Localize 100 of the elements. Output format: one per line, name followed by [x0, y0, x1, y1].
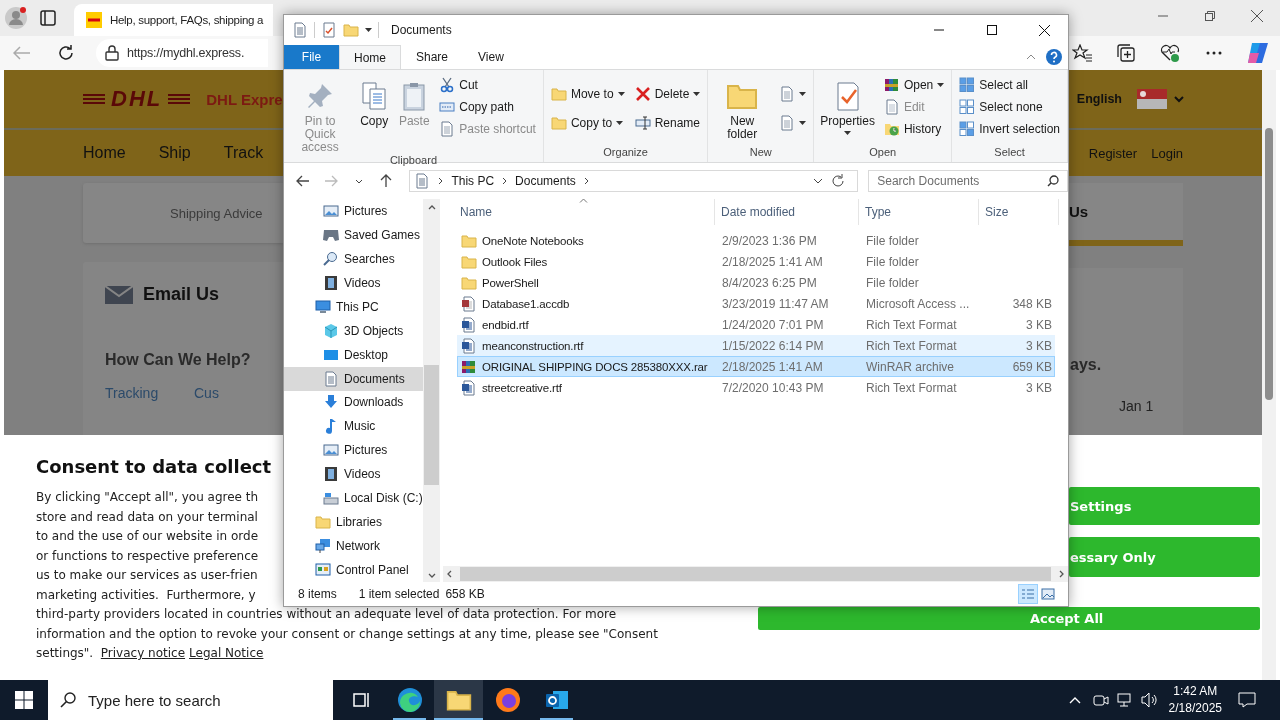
nav-item[interactable]: Local Disk (C:) [284, 486, 423, 511]
taskbar-app[interactable] [434, 680, 483, 720]
consent-link[interactable]: Legal Notice [189, 646, 264, 660]
collections-icon[interactable] [1117, 44, 1135, 62]
nav-item[interactable]: Desktop [284, 342, 423, 367]
assistant-icon[interactable] [1246, 41, 1270, 65]
file-row[interactable]: ORIGINAL SHIPPING DOCS 285380XXX.rar 2/18/2025 1:41 AM WinRAR archive 659 KB [457, 356, 1055, 377]
ribbon-tab[interactable]: View [463, 45, 519, 69]
film-icon [323, 466, 339, 483]
ribbon-button[interactable]: Rename [631, 111, 704, 134]
search-field[interactable]: Search Documents [868, 170, 1068, 192]
flag-icon[interactable] [1137, 89, 1167, 109]
file-row[interactable]: Outlook Files 2/18/2025 1:41 AM File folder [457, 251, 1055, 272]
ribbon-button[interactable]: Properties [818, 74, 877, 135]
ribbon-button[interactable]: Delete [631, 82, 704, 105]
column-header[interactable]: Type [859, 199, 979, 225]
caret-icon [799, 91, 807, 96]
nav-item[interactable]: Searches [284, 246, 423, 271]
file-name: OneNote Notebooks [458, 232, 716, 249]
nav-item[interactable]: Videos [284, 462, 423, 487]
chevron-down-icon[interactable] [813, 178, 824, 184]
file-row[interactable]: streetcreative.rtf 7/2/2020 10:43 PM Rich Text Format 3 KB [457, 377, 1055, 398]
ribbon-button[interactable]: Invert selection [956, 118, 1063, 140]
file-name: meanconstruction.rtf [458, 337, 716, 354]
file-row[interactable]: endbid.rtf 1/24/2020 7:01 PM Rich Text Format 3 KB [457, 314, 1055, 335]
address-field[interactable]: This PC Documents [409, 170, 859, 192]
ribbon-button[interactable]: Copy [356, 74, 393, 128]
back-icon[interactable] [295, 175, 310, 187]
breadcrumb[interactable]: This PC [451, 174, 495, 188]
reload-icon[interactable] [57, 44, 75, 62]
task-view-icon [350, 690, 371, 710]
nav-item[interactable]: Pictures [284, 438, 423, 463]
volume-icon[interactable] [1140, 692, 1159, 708]
nav-item[interactable]: Network [284, 534, 423, 559]
up-icon[interactable] [380, 174, 393, 188]
ribbon-tab[interactable]: Home [339, 45, 401, 69]
ribbon-button[interactable]: Open [880, 74, 948, 96]
health-icon[interactable] [1160, 44, 1180, 62]
camera-icon[interactable] [1092, 692, 1109, 708]
column-header[interactable]: Name [457, 199, 715, 225]
restore-icon [1204, 11, 1215, 21]
consent-link[interactable]: Privacy notice [100, 646, 186, 660]
scroll-down-icon [427, 573, 436, 578]
column-header[interactable]: Date modified [715, 199, 859, 225]
ribbon-button[interactable]: History [880, 118, 948, 140]
taskbar-search-field[interactable]: Type here to search [48, 680, 333, 720]
refresh-icon[interactable] [831, 174, 846, 188]
nav-item[interactable]: Music [284, 414, 423, 439]
ribbon-tab[interactable]: Share [401, 45, 464, 69]
envelope-icon [105, 285, 133, 304]
chevron-right-icon [583, 177, 589, 185]
search-icon [1047, 175, 1059, 187]
help-icon[interactable] [1046, 49, 1062, 65]
notification-icon[interactable] [1238, 692, 1256, 708]
nav-item[interactable]: Downloads [284, 390, 423, 415]
profile-icon[interactable] [4, 6, 28, 30]
nav-item[interactable]: Control Panel [284, 558, 423, 582]
clock[interactable]: 1:42 AM 2/18/2025 [1168, 683, 1222, 717]
file-row[interactable]: meanconstruction.rtf 1/15/2022 6:14 PM Rich Text Format 3 KB [457, 335, 1055, 356]
chevron-down-icon[interactable] [354, 178, 363, 184]
caret-icon [617, 91, 625, 96]
ribbon-button[interactable]: Select all [956, 74, 1063, 96]
nav-item[interactable]: Documents [284, 366, 423, 391]
column-header[interactable]: Size [979, 199, 1059, 225]
file-name: streetcreative.rtf [458, 379, 716, 396]
page-scrollbar[interactable] [1262, 70, 1276, 680]
contact-tab[interactable]: Us [1069, 183, 1183, 246]
file-name: PowerShell [458, 274, 716, 291]
breadcrumb[interactable]: Documents [515, 174, 576, 188]
file-row[interactable]: OneNote Notebooks 2/9/2023 1:36 PM File folder [457, 230, 1055, 251]
ribbon-button[interactable]: Copy path [436, 96, 539, 118]
ribbon-button[interactable]: Move to [547, 82, 628, 105]
ribbon-button[interactable]: Copy to [547, 111, 628, 134]
ribbon-button[interactable]: Select none [956, 96, 1063, 118]
document-icon [461, 316, 477, 333]
address-field[interactable]: https://mydhl.express. [96, 39, 268, 67]
browser-tab[interactable]: Help, support, FAQs, shipping a [74, 4, 273, 36]
nav-item[interactable]: Saved Games [284, 222, 423, 247]
scrollbar[interactable] [423, 199, 440, 582]
file-row[interactable]: Database1.accdb 3/23/2019 11:47 AM Microsoft Access ... 348 KB [457, 293, 1055, 314]
nav-item[interactable]: Videos [284, 270, 423, 295]
favorites-icon[interactable] [1072, 44, 1092, 62]
chevron-right-icon [502, 177, 508, 185]
nav-item[interactable]: Pictures [284, 199, 423, 223]
film-icon [323, 274, 339, 291]
nav-item[interactable]: This PC [284, 294, 423, 319]
file-row[interactable]: PowerShell 8/4/2023 6:25 PM File folder [457, 272, 1055, 293]
nav-item[interactable]: 3D Objects [284, 318, 423, 343]
tab-actions-icon[interactable] [40, 10, 56, 26]
ribbon-button[interactable]: Cut [436, 74, 539, 96]
folder-icon [461, 253, 477, 270]
horizontal-scrollbar[interactable] [443, 566, 1068, 582]
ribbon-button[interactable]: New folder [712, 74, 773, 141]
checklist-icon[interactable] [321, 22, 337, 38]
document-icon [323, 370, 339, 387]
file-name: ORIGINAL SHIPPING DOCS 285380XXX.rar [458, 358, 716, 375]
ribbon-tab[interactable]: File [284, 45, 339, 69]
move-folder-icon [550, 85, 567, 102]
nav-item[interactable]: Libraries [284, 510, 423, 535]
more-icon[interactable] [1206, 51, 1222, 55]
